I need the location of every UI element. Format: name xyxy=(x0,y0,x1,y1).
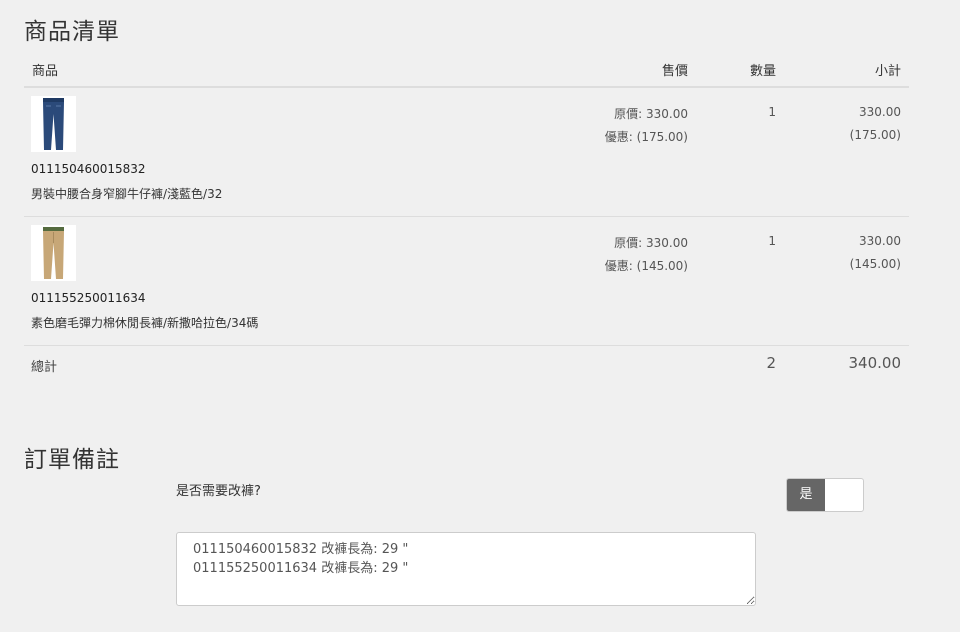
table-header: 商品 售價 數量 小計 xyxy=(24,52,909,88)
toggle-yes-label[interactable]: 是 xyxy=(787,479,825,511)
subtotal-discount: (175.00) xyxy=(849,128,901,142)
original-price: 原價: 330.00 xyxy=(614,107,688,121)
header-price: 售價 xyxy=(661,64,688,79)
product-name[interactable]: 素色磨毛彈力棉休閒長褲/新撒哈拉色/34碼 xyxy=(31,314,258,331)
header-qty: 數量 xyxy=(749,64,776,79)
original-price: 原價: 330.00 xyxy=(614,236,688,250)
header-subtotal: 小計 xyxy=(874,64,901,79)
subtotal: 330.00 xyxy=(859,105,901,119)
discount-price: 優惠: (175.00) xyxy=(604,130,688,144)
khaki-pants-image[interactable] xyxy=(31,225,76,281)
alteration-toggle[interactable]: 是 xyxy=(786,478,864,512)
total-qty: 2 xyxy=(766,354,776,372)
table-row: 011150460015832 男裝中腰合身窄腳牛仔褲/淺藍色/32 原價: 3… xyxy=(24,88,909,217)
quantity: 1 xyxy=(768,105,776,119)
alteration-question: 是否需要改褲? xyxy=(176,484,261,499)
subtotal-discount: (145.00) xyxy=(849,257,901,271)
product-sku: 011150460015832 xyxy=(31,162,146,176)
order-note-textarea[interactable]: 011150460015832 改褲長為: 29 " 0111552500116… xyxy=(176,532,756,606)
jeans-image[interactable] xyxy=(31,96,76,152)
order-note-title: 訂單備註 xyxy=(24,447,120,473)
discount-price: 優惠: (145.00) xyxy=(604,259,688,273)
product-list-title: 商品清單 xyxy=(24,19,120,45)
total-label: 總計 xyxy=(31,360,58,375)
table-row: 011155250011634 素色磨毛彈力棉休閒長褲/新撒哈拉色/34碼 原價… xyxy=(24,217,909,346)
product-name[interactable]: 男裝中腰合身窄腳牛仔褲/淺藍色/32 xyxy=(31,185,222,202)
header-product: 商品 xyxy=(32,64,59,79)
subtotal: 330.00 xyxy=(859,234,901,248)
quantity: 1 xyxy=(768,234,776,248)
total-row: 總計 2 340.00 xyxy=(24,346,909,382)
product-table: 商品 售價 數量 小計 011150460015832 男裝中腰合身窄腳牛仔褲/… xyxy=(24,52,909,382)
product-sku: 011155250011634 xyxy=(31,291,146,305)
total-amount: 340.00 xyxy=(848,354,902,372)
